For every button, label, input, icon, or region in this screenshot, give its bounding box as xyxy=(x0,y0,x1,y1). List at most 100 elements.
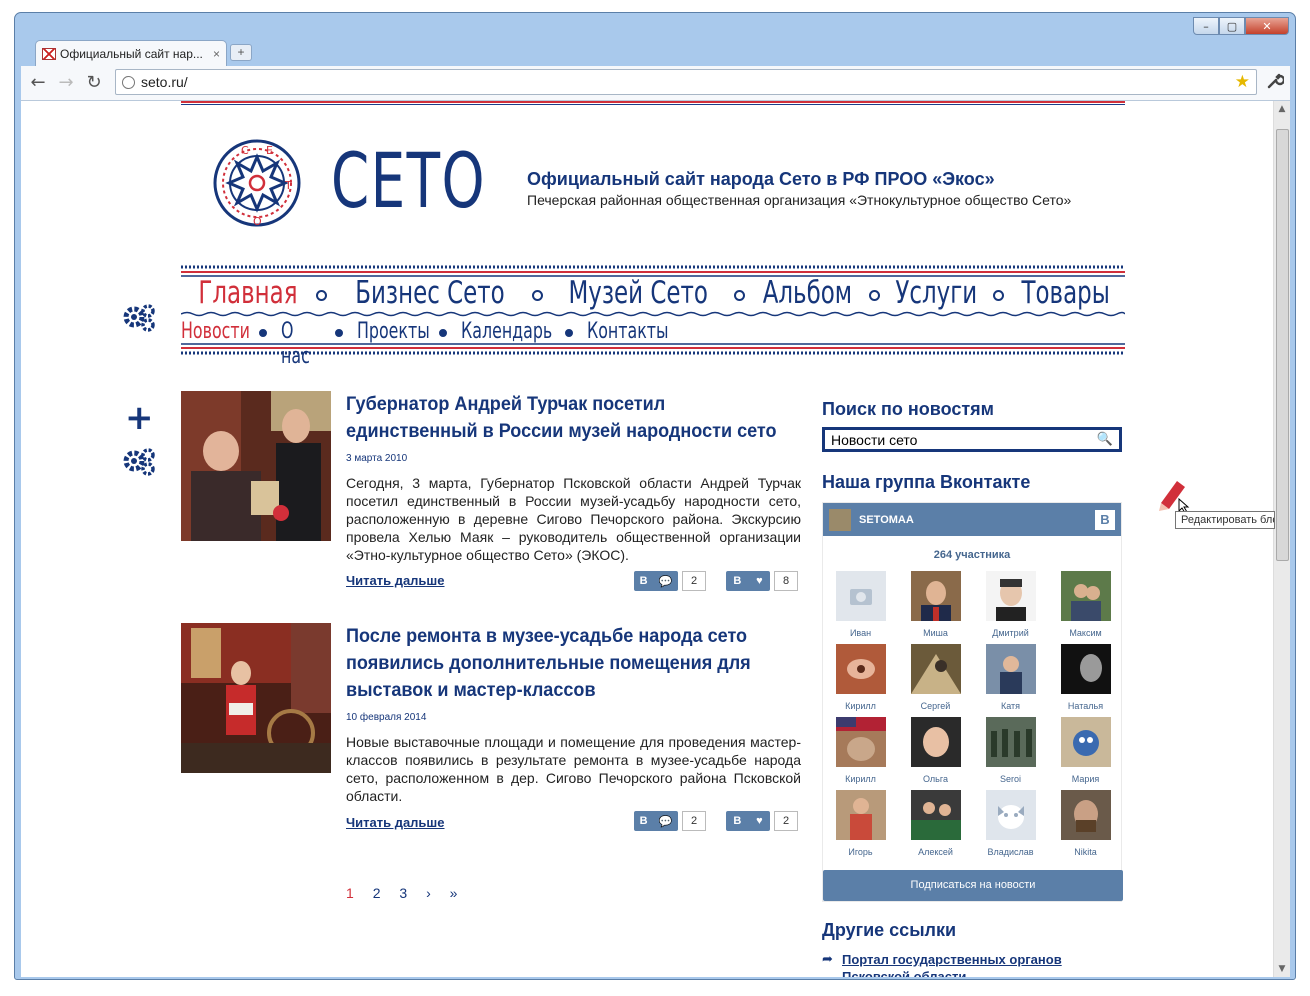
news-body: После ремонта в музее-усадьбе народа сет… xyxy=(346,623,801,805)
site-logo-text[interactable]: СЕТО xyxy=(331,143,486,219)
sidebar: Поиск по новостям Новости сето 🔍 Наша гр… xyxy=(822,399,1123,977)
svg-text:Е: Е xyxy=(266,144,273,157)
vk-member[interactable]: Катя xyxy=(973,644,1048,711)
vk-member-avatar xyxy=(985,644,1036,694)
vk-group-name[interactable]: SETOMAA xyxy=(859,514,914,526)
vk-member-avatar xyxy=(910,571,961,621)
new-tab-button[interactable]: + xyxy=(230,44,252,61)
tab-close-icon[interactable]: × xyxy=(213,47,220,61)
subscribe-button[interactable]: Подписаться на новости xyxy=(823,870,1123,901)
main-menu: Главная Бизнес Сето Музей Сето Альбом Ус… xyxy=(181,275,1125,311)
vk-member[interactable]: Максим xyxy=(1048,571,1123,638)
vk-member-count: 264 участника xyxy=(933,549,1011,561)
next-page-icon[interactable]: › xyxy=(426,885,431,901)
wrench-icon[interactable] xyxy=(1266,72,1284,90)
site-tagline: Официальный сайт народа Сето в РФ ПРОО «… xyxy=(527,169,1071,208)
like-count: 2 xyxy=(774,811,798,831)
news-title[interactable]: После ремонта в музее-усадьбе народа сет… xyxy=(346,623,778,704)
page-2[interactable]: 2 xyxy=(373,885,381,901)
forward-button[interactable]: → xyxy=(55,72,77,94)
vk-share-button[interactable]: В 💬 2 xyxy=(634,571,706,591)
menu-item-business[interactable]: Бизнес Сето xyxy=(355,275,504,311)
seto-logo-icon[interactable]: С Е Т О xyxy=(213,139,301,227)
vk-widget-header[interactable]: SETOMAA В xyxy=(823,503,1121,536)
vk-member-avatar xyxy=(1060,644,1111,694)
vk-member[interactable]: Алексей xyxy=(898,790,973,857)
add-block-icon[interactable]: + xyxy=(125,401,154,435)
read-more-link[interactable]: Читать дальше xyxy=(346,815,445,830)
search-icon[interactable]: 🔍 xyxy=(1097,432,1113,447)
other-links-title: Другие ссылки xyxy=(822,920,957,940)
vk-member[interactable]: Кирилл xyxy=(823,717,898,784)
vk-member[interactable]: Наталья xyxy=(1048,644,1123,711)
vk-like-button[interactable]: В ♥ 2 xyxy=(726,811,798,831)
vk-member[interactable]: Nikita xyxy=(1048,790,1123,857)
vk-member[interactable]: Мария xyxy=(1048,717,1123,784)
comment-icon: 💬 xyxy=(658,815,673,828)
title-bar: – ▢ ✕ xyxy=(15,13,1295,43)
pagination: 1 2 3 › » xyxy=(346,885,472,901)
vk-member[interactable]: Дмитрий xyxy=(973,571,1048,638)
vk-member-avatar xyxy=(835,717,886,767)
vk-share-button[interactable]: В 💬 2 xyxy=(634,811,706,831)
favicon-icon xyxy=(42,47,56,60)
navigation-menu: Главная Бизнес Сето Музей Сето Альбом Ус… xyxy=(181,265,1125,369)
page-3[interactable]: 3 xyxy=(399,885,407,901)
vk-member[interactable]: Сергей xyxy=(898,644,973,711)
share-count: 2 xyxy=(682,811,706,831)
settings-gear-icon[interactable] xyxy=(122,303,156,333)
search-title: Поиск по новостям xyxy=(822,399,994,419)
vertical-scrollbar[interactable]: ▲ ▼ xyxy=(1273,101,1290,977)
browser-window: – ▢ ✕ Официальный сайт нар... × + ← → ↻ … xyxy=(14,12,1296,980)
news-title[interactable]: Губернатор Андрей Турчак посетил единств… xyxy=(346,391,778,445)
minimize-button[interactable]: – xyxy=(1193,17,1219,35)
site-subtitle: Печерская районная общественная организа… xyxy=(527,192,1072,208)
bookmark-star-icon[interactable]: ★ xyxy=(1235,72,1250,92)
scroll-thumb[interactable] xyxy=(1276,129,1289,561)
reload-button[interactable]: ↻ xyxy=(83,72,105,94)
news-item: Губернатор Андрей Турчак посетил единств… xyxy=(181,391,803,611)
browser-tab[interactable]: Официальный сайт нар... × xyxy=(35,40,227,66)
vk-member-name: Иван xyxy=(849,628,872,638)
camera-placeholder-icon xyxy=(835,571,886,621)
scroll-down-icon[interactable]: ▼ xyxy=(1274,961,1290,977)
browser-toolbar: ← → ↻ seto.ru/ ★ xyxy=(21,66,1290,101)
address-bar[interactable]: seto.ru/ ★ xyxy=(115,69,1257,95)
menu-item-goods[interactable]: Товары xyxy=(1021,275,1109,311)
edit-pencil-icon[interactable] xyxy=(1157,477,1191,513)
edit-block-tooltip: Редактировать бло xyxy=(1175,511,1275,529)
vk-member[interactable]: Иван xyxy=(823,571,898,638)
menu-item-main[interactable]: Главная xyxy=(198,275,297,311)
vk-member-grid: Иван Миша Дмитрий Максим Кирилл Сергей К… xyxy=(823,571,1121,857)
vk-member-name: Наталья xyxy=(1067,701,1104,711)
back-button[interactable]: ← xyxy=(27,72,49,94)
vk-member[interactable]: Ольга xyxy=(898,717,973,784)
menu-item-museum[interactable]: Музей Сето xyxy=(569,275,708,311)
vk-member-avatar xyxy=(835,790,886,840)
page-1[interactable]: 1 xyxy=(346,885,354,901)
vk-group-title: Наша группа Вконтакте xyxy=(822,472,1031,492)
vk-member-name: Nikita xyxy=(1074,847,1097,857)
menu-item-services[interactable]: Услуги xyxy=(896,275,978,311)
close-window-button[interactable]: ✕ xyxy=(1245,17,1289,35)
news-photo[interactable] xyxy=(181,623,331,773)
vk-member-name: Миша xyxy=(923,628,948,638)
vk-member[interactable]: Кирилл xyxy=(823,644,898,711)
vk-member[interactable]: Seroi xyxy=(973,717,1048,784)
last-page-icon[interactable]: » xyxy=(450,885,458,901)
read-more-link[interactable]: Читать дальше xyxy=(346,573,445,588)
menu-item-album[interactable]: Альбом xyxy=(762,275,851,311)
vk-member[interactable]: Владислав xyxy=(973,790,1048,857)
vk-member[interactable]: Миша xyxy=(898,571,973,638)
maximize-button[interactable]: ▢ xyxy=(1219,17,1245,35)
vk-member-name: Владислав xyxy=(987,847,1034,857)
news-item: После ремонта в музее-усадьбе народа сет… xyxy=(181,623,803,863)
news-photo[interactable] xyxy=(181,391,331,541)
news-search-input[interactable]: Новости сето 🔍 xyxy=(822,427,1122,452)
tab-title: Официальный сайт нар... xyxy=(60,46,203,61)
vk-member[interactable]: Игорь xyxy=(823,790,898,857)
vk-like-button[interactable]: В ♥ 8 xyxy=(726,571,798,591)
settings-gear-icon[interactable] xyxy=(122,447,156,477)
link-item[interactable]: ➦ Портал государственных органов Псковско… xyxy=(822,951,1122,977)
scroll-up-icon[interactable]: ▲ xyxy=(1274,101,1290,117)
